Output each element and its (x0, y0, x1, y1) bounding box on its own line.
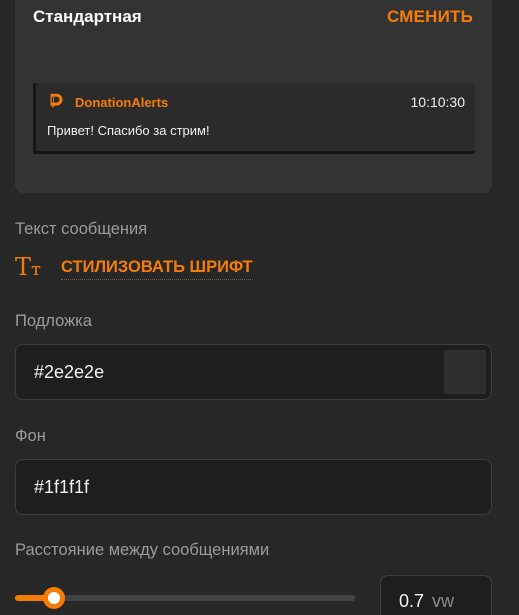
slider-track[interactable] (15, 595, 355, 601)
message-spacing-field[interactable]: 0.7 vw (380, 575, 492, 615)
spacing-value[interactable]: 0.7 (399, 591, 424, 612)
background-color-field[interactable] (15, 459, 492, 515)
slider-thumb[interactable] (43, 587, 65, 609)
message-text-label: Текст сообщения (15, 220, 148, 238)
background-color-input[interactable] (34, 477, 394, 498)
background-label: Фон (15, 427, 46, 445)
backing-color-field[interactable] (15, 344, 492, 400)
font-style-icon: Tт (15, 253, 41, 281)
background-color-swatch[interactable] (444, 465, 486, 509)
backing-label: Подложка (15, 312, 92, 330)
donationalerts-logo-icon (50, 93, 63, 109)
backing-color-input[interactable] (34, 362, 394, 383)
message-spacing-label: Расстояние между сообщениями (15, 541, 270, 559)
change-style-button[interactable]: СМЕНИТЬ (387, 7, 473, 27)
preview-sender: DonationAlerts (75, 95, 169, 110)
preview-message: Привет! Спасибо за стрим! (47, 123, 210, 138)
style-name: Стандартная (33, 7, 142, 26)
stylize-font-button[interactable]: СТИЛИЗОВАТЬ ШРИФТ (61, 258, 253, 280)
backing-color-swatch[interactable] (444, 350, 486, 394)
spacing-unit: vw (432, 591, 454, 611)
message-spacing-slider[interactable] (15, 587, 355, 609)
preview-time: 10:10:30 (410, 94, 466, 110)
message-preview: DonationAlerts 10:10:30 Привет! Спасибо … (33, 83, 475, 154)
alert-style-card: Стандартная СМЕНИТЬ DonationAlerts 10:10… (15, 0, 492, 193)
